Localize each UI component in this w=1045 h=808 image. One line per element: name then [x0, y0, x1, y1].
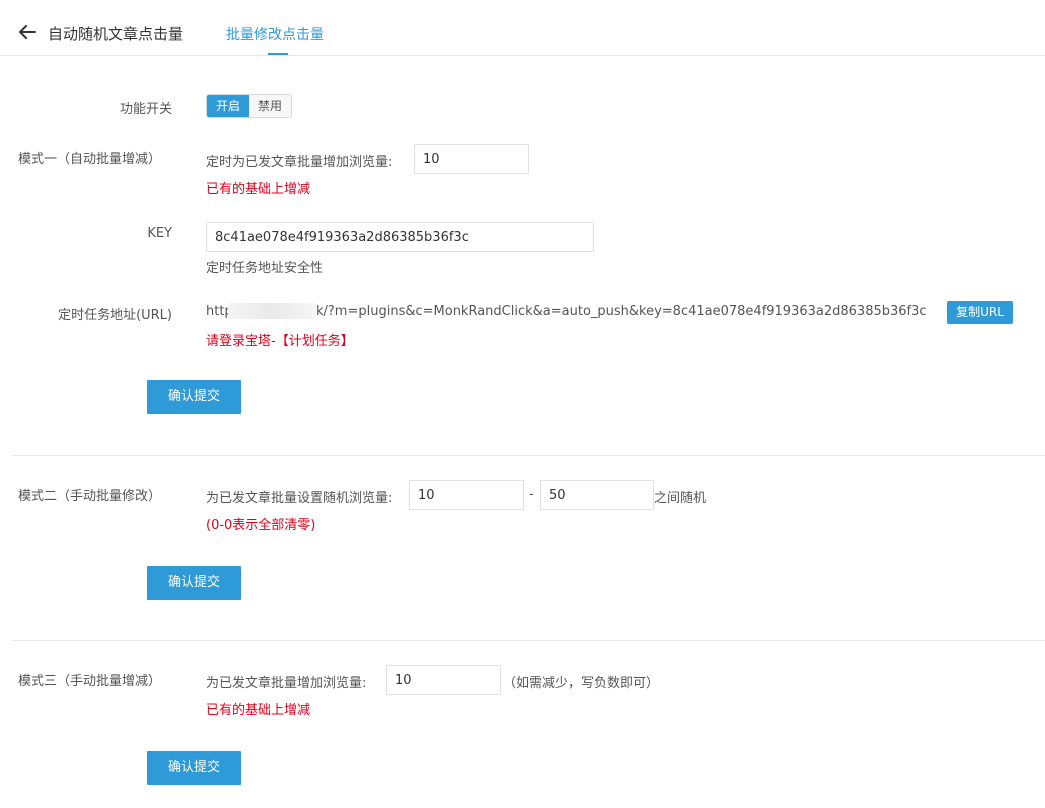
feature-switch-label: 功能开关: [119, 102, 172, 117]
range-separator: -: [529, 487, 534, 502]
mode1-submit-button[interactable]: 确认提交: [147, 380, 241, 414]
feature-switch-toggle[interactable]: 开启 禁用: [206, 94, 293, 118]
mode2-suffix: 之间随机: [654, 491, 707, 506]
section-divider: [12, 455, 1045, 456]
mode1-label: 模式一（自动批量增减）: [18, 152, 162, 167]
mode2-min-input[interactable]: [409, 480, 524, 510]
page-title: 自动随机文章点击量: [48, 25, 184, 43]
redacted-domain: [228, 303, 316, 319]
mode3-label: 模式三（手动批量增减）: [18, 674, 162, 689]
mode2-max-input[interactable]: [540, 480, 654, 510]
mode3-hint: 已有的基础上增减: [206, 703, 311, 718]
mode2-hint: (0-0表示全部清零): [206, 518, 316, 533]
mode1-field-label: 定时为已发文章批量增加浏览量:: [206, 155, 393, 170]
switch-on-button[interactable]: 开启: [207, 95, 250, 117]
mode3-field-label: 为已发文章批量增加浏览量:: [206, 676, 367, 691]
mode3-submit-button[interactable]: 确认提交: [147, 751, 241, 785]
tab-active-indicator: [268, 53, 288, 55]
mode2-field-label: 为已发文章批量设置随机浏览量:: [206, 491, 393, 506]
switch-off-button[interactable]: 禁用: [249, 95, 291, 117]
tab-batch-modify-clicks[interactable]: 批量修改点击量: [226, 24, 324, 44]
section-divider: [12, 640, 1045, 641]
cron-url-text: k/?m=plugins&c=MonkRandClick&a=auto_push…: [316, 304, 927, 319]
key-hint: 定时任务地址安全性: [206, 261, 324, 276]
mode3-increase-input[interactable]: [386, 665, 501, 695]
mode3-suffix: （如需减少，写负数即可）: [503, 676, 660, 691]
mode1-hint: 已有的基础上增减: [206, 182, 311, 197]
cron-url-hint: 请登录宝塔-【计划任务】: [206, 334, 354, 349]
mode1-increase-input[interactable]: [414, 144, 529, 174]
back-arrow-icon[interactable]: [18, 24, 36, 40]
cron-url-label: 定时任务地址(URL): [58, 308, 172, 323]
page-header: 自动随机文章点击量 批量修改点击量: [0, 0, 1045, 56]
copy-url-button[interactable]: 复制URL: [947, 301, 1013, 324]
mode2-submit-button[interactable]: 确认提交: [147, 566, 241, 600]
key-input[interactable]: [206, 222, 594, 252]
key-label: KEY: [147, 226, 172, 241]
mode2-label: 模式二（手动批量修改）: [18, 489, 162, 504]
